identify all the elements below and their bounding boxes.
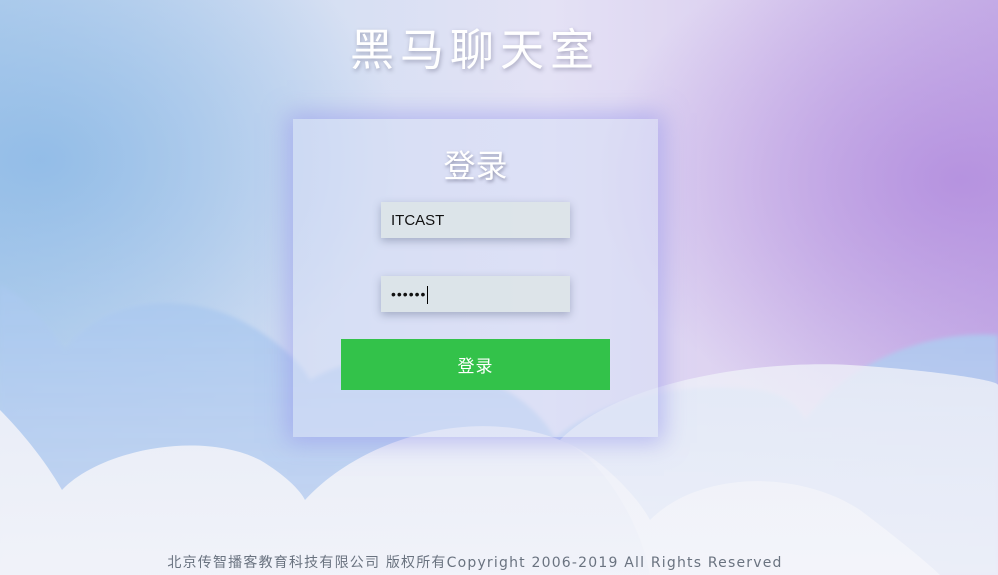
footer-copyright: 北京传智播客教育科技有限公司 版权所有Copyright 2006-2019 A… [167, 555, 783, 571]
username-input[interactable] [381, 202, 570, 238]
login-panel: 登录 •••••• 登录 [293, 119, 658, 437]
password-input[interactable]: •••••• [381, 276, 570, 312]
password-masked-value: •••••• [391, 286, 427, 302]
login-heading: 登录 [443, 147, 508, 185]
login-button[interactable]: 登录 [341, 339, 610, 390]
text-caret [427, 286, 429, 305]
page-title: 黑马聊天室 [350, 25, 600, 76]
background-scene: 黑马聊天室 登录 •••••• 登录 北京传智播客教育科技有限公司 版权所有Co… [0, 0, 998, 575]
